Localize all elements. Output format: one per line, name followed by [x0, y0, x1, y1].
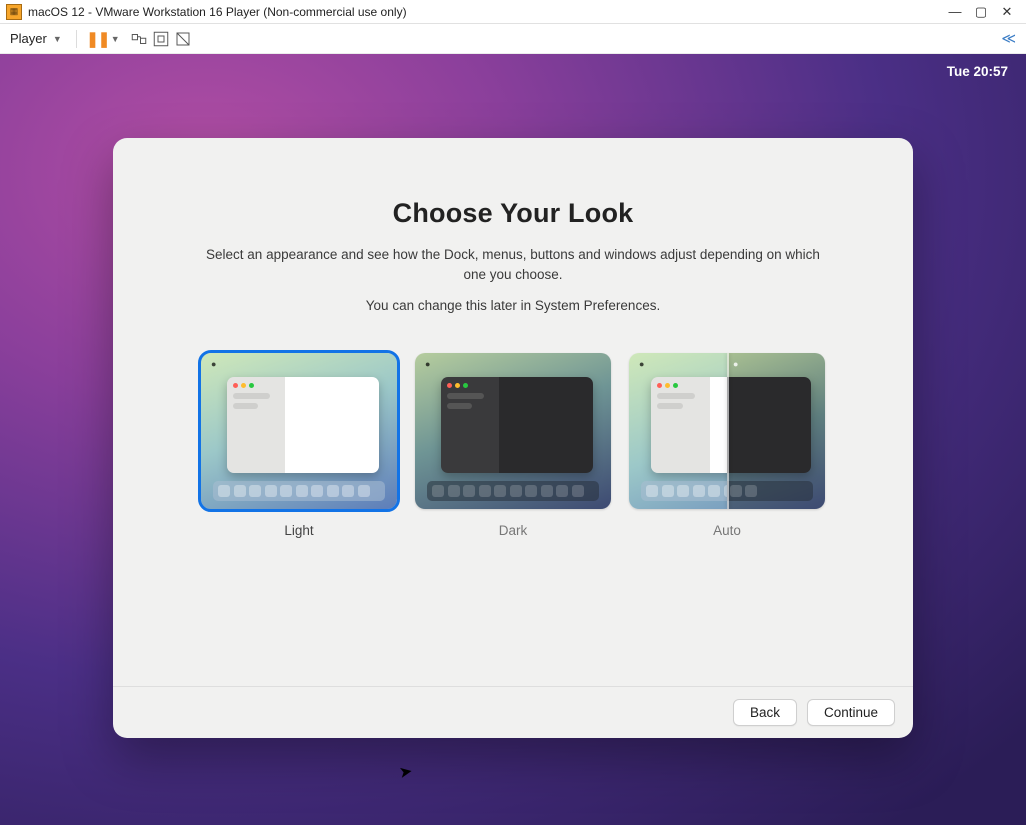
preview-window-dark — [441, 377, 593, 473]
player-menu-button[interactable]: Player ▼ — [6, 29, 66, 48]
light-preview-card[interactable]: ● — [201, 353, 397, 509]
dark-label: Dark — [415, 523, 611, 538]
page-description: Select an appearance and see how the Doc… — [193, 245, 833, 284]
preview-dock — [641, 481, 727, 501]
preview-dock — [727, 481, 813, 501]
vmware-app-icon: ▦ — [6, 4, 22, 20]
continue-button[interactable]: Continue — [807, 699, 895, 726]
send-ctrl-alt-del-button[interactable] — [128, 28, 150, 50]
page-note: You can change this later in System Pref… — [163, 298, 863, 313]
dark-preview-card[interactable]: ● — [415, 353, 611, 509]
panel-footer: Back Continue — [113, 686, 913, 738]
apple-menu-icon: ● — [733, 359, 738, 369]
setup-assistant-window: Choose Your Look Select an appearance an… — [113, 138, 913, 738]
cursor-icon: ➤ — [397, 761, 414, 783]
auto-divider — [727, 353, 729, 509]
menubar-clock: Tue 20:57 — [947, 64, 1008, 79]
host-titlebar: ▦ macOS 12 - VMware Workstation 16 Playe… — [0, 0, 1026, 24]
light-label: Light — [201, 523, 397, 538]
maximize-button[interactable]: ▢ — [968, 4, 994, 20]
preview-window-light — [651, 377, 727, 473]
host-window-title: macOS 12 - VMware Workstation 16 Player … — [28, 5, 407, 19]
auto-preview-card[interactable]: ● ● — [629, 353, 825, 509]
close-button[interactable]: ✕ — [994, 4, 1020, 20]
host-toolbar: Player ▼ ❚❚ ▼ ≪ — [0, 24, 1026, 54]
player-menu-label: Player — [10, 31, 47, 46]
preview-window-light — [227, 377, 379, 473]
appearance-option-dark[interactable]: ● Dark — [415, 353, 611, 538]
collapse-toolbar-button[interactable]: ≪ — [1001, 30, 1020, 47]
guest-screen: Tue 20:57 Choose Your Look Select an app… — [0, 54, 1026, 825]
auto-label: Auto — [629, 523, 825, 538]
back-button[interactable]: Back — [733, 699, 797, 726]
appearance-options: ● Light ● — [163, 353, 863, 538]
chevron-down-icon: ▼ — [53, 34, 62, 44]
minimize-button[interactable]: — — [942, 4, 968, 20]
appearance-option-light[interactable]: ● Light — [201, 353, 397, 538]
apple-menu-icon: ● — [639, 359, 644, 369]
page-title: Choose Your Look — [163, 198, 863, 229]
fullscreen-button[interactable] — [150, 28, 172, 50]
toolbar-separator — [76, 30, 77, 48]
preview-dock — [213, 481, 385, 501]
apple-menu-icon: ● — [425, 359, 430, 369]
apple-menu-icon: ● — [211, 359, 216, 369]
chevron-down-icon[interactable]: ▼ — [111, 34, 120, 44]
appearance-option-auto[interactable]: ● ● — [629, 353, 825, 538]
preview-dock — [427, 481, 599, 501]
preview-window-dark — [727, 377, 811, 473]
unity-mode-button[interactable] — [172, 28, 194, 50]
pause-vm-button[interactable]: ❚❚ — [87, 28, 109, 50]
